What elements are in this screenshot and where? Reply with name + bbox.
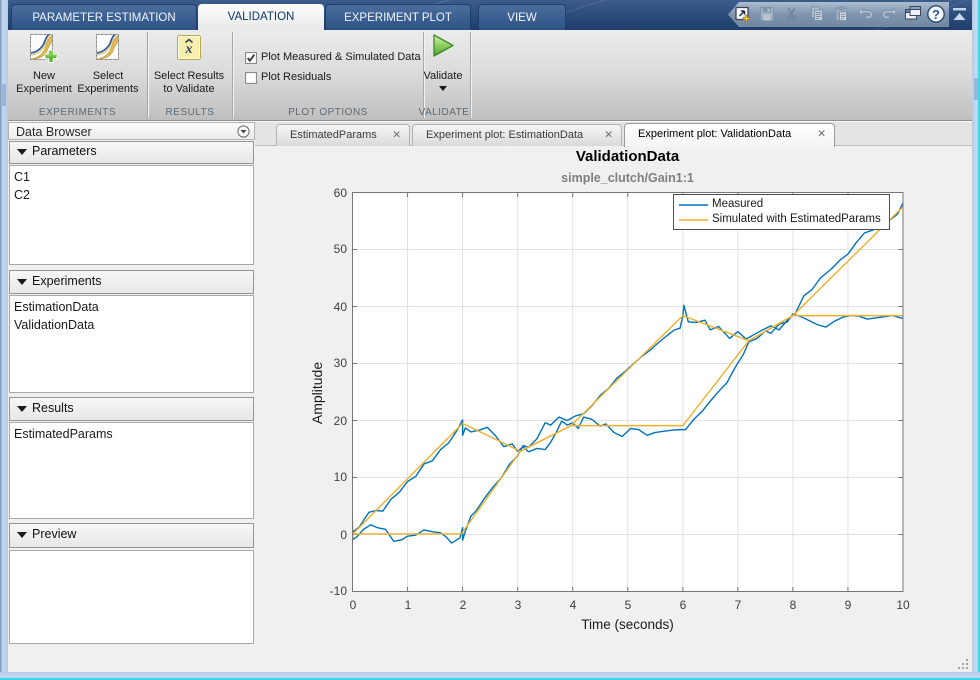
svg-text:x: x [185, 42, 193, 57]
svg-text:?: ? [932, 7, 940, 22]
